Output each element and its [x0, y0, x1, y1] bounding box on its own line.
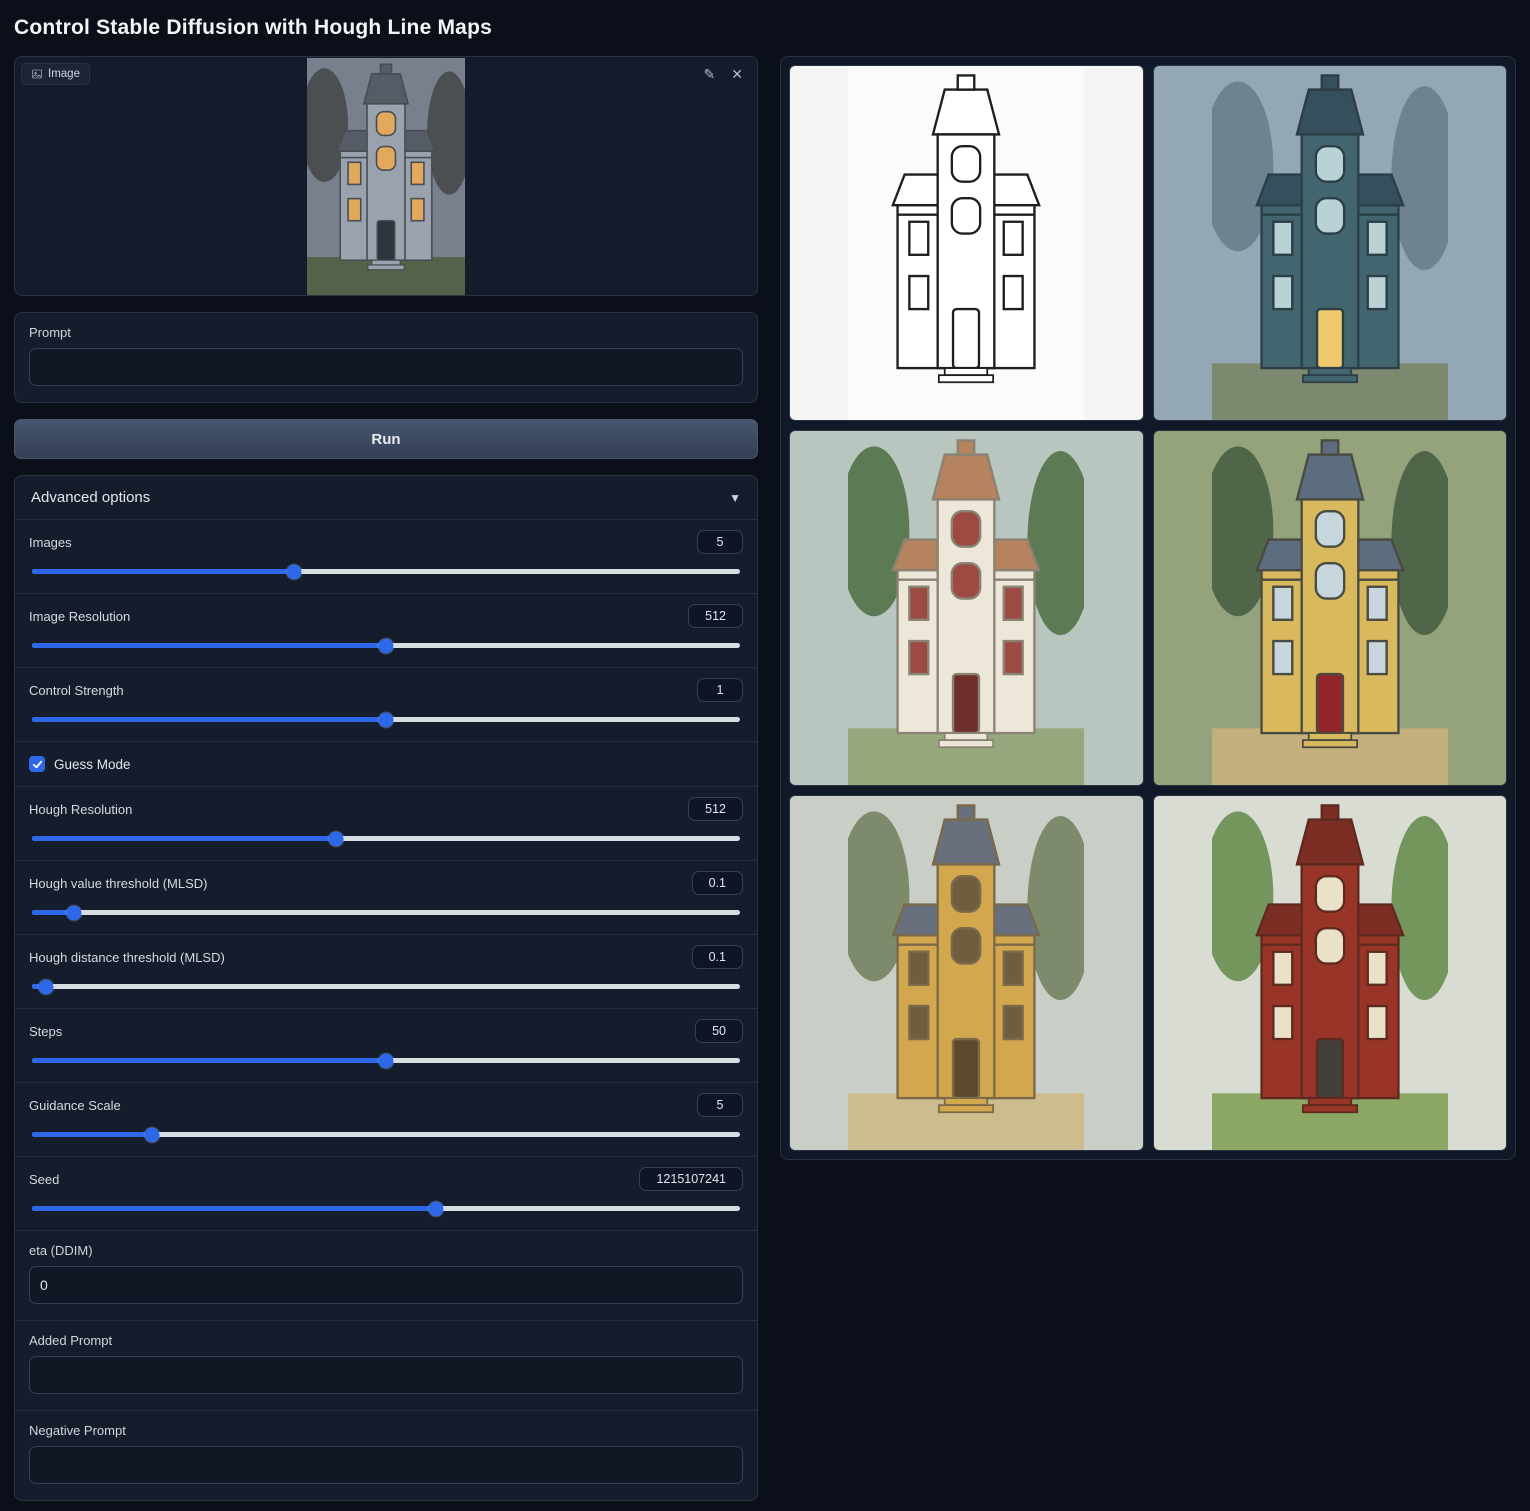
slider-fill — [32, 1206, 436, 1211]
slider-track[interactable] — [32, 1058, 740, 1063]
result-gallery — [780, 56, 1516, 1160]
slider-thumb[interactable] — [286, 564, 301, 579]
app-page: Control Stable Diffusion with Hough Line… — [0, 0, 1530, 1511]
eta-label: eta (DDIM) — [29, 1243, 743, 1258]
slider-track[interactable] — [32, 836, 740, 841]
slider-value-box[interactable]: 0.1 — [692, 871, 743, 895]
image-icon — [31, 68, 43, 80]
guess-mode-label: Guess Mode — [54, 757, 131, 772]
prompt-block: Prompt — [14, 312, 758, 403]
slider-label: Guidance Scale — [29, 1098, 121, 1113]
eta-field: eta (DDIM) — [15, 1230, 757, 1320]
added-prompt-field: Added Prompt — [15, 1320, 757, 1410]
generated-image — [1212, 431, 1448, 785]
slider-label: Steps — [29, 1024, 62, 1039]
slider-track[interactable] — [32, 984, 740, 989]
chevron-down-icon[interactable]: ▼ — [729, 491, 741, 505]
slider-label: Seed — [29, 1172, 59, 1187]
negative-prompt-label: Negative Prompt — [29, 1423, 743, 1438]
added-prompt-label: Added Prompt — [29, 1333, 743, 1348]
gallery-item[interactable] — [789, 430, 1144, 786]
slider-label: Image Resolution — [29, 609, 130, 624]
slider-steps: Steps 50 — [15, 1008, 757, 1082]
eta-input[interactable] — [29, 1266, 743, 1304]
slider-hough-resolution: Hough Resolution 512 — [15, 786, 757, 860]
slider-label: Hough distance threshold (MLSD) — [29, 950, 225, 965]
slider-value-box[interactable]: 0.1 — [692, 945, 743, 969]
slider-fill — [32, 717, 386, 722]
prompt-label: Prompt — [29, 325, 743, 340]
slider-value-box[interactable]: 50 — [695, 1019, 743, 1043]
negative-prompt-field: Negative Prompt — [15, 1410, 757, 1500]
guess-mode-checkbox[interactable] — [29, 756, 45, 772]
gallery-item[interactable] — [789, 65, 1144, 421]
slider-fill — [32, 836, 336, 841]
slider-thumb[interactable] — [329, 831, 344, 846]
slider-track[interactable] — [32, 1206, 740, 1211]
generated-image — [1212, 796, 1448, 1150]
slider-fill — [32, 1058, 386, 1063]
negative-prompt-input[interactable] — [29, 1446, 743, 1484]
slider-track[interactable] — [32, 910, 740, 915]
close-icon[interactable]: ✕ — [729, 65, 745, 83]
slider-thumb[interactable] — [379, 1053, 394, 1068]
hough-line-map-image — [848, 66, 1084, 420]
slider-thumb[interactable] — [428, 1201, 443, 1216]
slider-track[interactable] — [32, 717, 740, 722]
prompt-input[interactable] — [29, 348, 743, 386]
advanced-options-header[interactable]: Advanced options ▼ — [15, 476, 757, 519]
checkmark-icon — [32, 759, 43, 770]
slider-control-strength: Control Strength 1 — [15, 667, 757, 741]
advanced-options-panel: Advanced options ▼ Images 5 — [14, 475, 758, 1501]
image-input-label: Image — [21, 63, 90, 85]
gallery-item[interactable] — [1153, 430, 1508, 786]
gallery-item[interactable] — [1153, 65, 1508, 421]
slider-images: Images 5 — [15, 519, 757, 593]
slider-fill — [32, 1132, 152, 1137]
slider-thumb[interactable] — [67, 905, 82, 920]
slider-label: Control Strength — [29, 683, 124, 698]
slider-seed: Seed 1215107241 — [15, 1156, 757, 1230]
slider-image-resolution: Image Resolution 512 — [15, 593, 757, 667]
image-input[interactable]: Image ✎ ✕ — [14, 56, 758, 296]
slider-value-box[interactable]: 1215107241 — [639, 1167, 743, 1191]
slider-value-box[interactable]: 5 — [697, 1093, 743, 1117]
advanced-options-title: Advanced options — [31, 489, 150, 506]
slider-value-box[interactable]: 512 — [688, 604, 743, 628]
slider-label: Hough value threshold (MLSD) — [29, 876, 207, 891]
generated-image — [1212, 66, 1448, 420]
guess-mode-checkbox-row[interactable]: Guess Mode — [15, 741, 757, 786]
slider-hough-value-threshold: Hough value threshold (MLSD) 0.1 — [15, 860, 757, 934]
generated-image — [848, 431, 1084, 785]
slider-thumb[interactable] — [39, 979, 54, 994]
slider-value-box[interactable]: 512 — [688, 797, 743, 821]
edit-icon[interactable]: ✎ — [702, 65, 718, 83]
slider-track[interactable] — [32, 1132, 740, 1137]
slider-hough-distance-threshold: Hough distance threshold (MLSD) 0.1 — [15, 934, 757, 1008]
gallery-item[interactable] — [789, 795, 1144, 1151]
slider-thumb[interactable] — [145, 1127, 160, 1142]
slider-track[interactable] — [32, 643, 740, 648]
slider-label: Images — [29, 535, 72, 550]
generated-image — [848, 796, 1084, 1150]
slider-thumb[interactable] — [379, 638, 394, 653]
gallery-item[interactable] — [1153, 795, 1508, 1151]
uploaded-image — [295, 58, 477, 295]
slider-thumb[interactable] — [379, 712, 394, 727]
run-button[interactable]: Run — [14, 419, 758, 459]
added-prompt-input[interactable] — [29, 1356, 743, 1394]
slider-guidance-scale: Guidance Scale 5 — [15, 1082, 757, 1156]
page-title: Control Stable Diffusion with Hough Line… — [14, 16, 1516, 40]
slider-label: Hough Resolution — [29, 802, 132, 817]
slider-value-box[interactable]: 1 — [697, 678, 743, 702]
slider-fill — [32, 643, 386, 648]
slider-value-box[interactable]: 5 — [697, 530, 743, 554]
slider-track[interactable] — [32, 569, 740, 574]
slider-fill — [32, 569, 294, 574]
controls-column: Image ✎ ✕ Prompt Run Advanced — [14, 56, 758, 1501]
